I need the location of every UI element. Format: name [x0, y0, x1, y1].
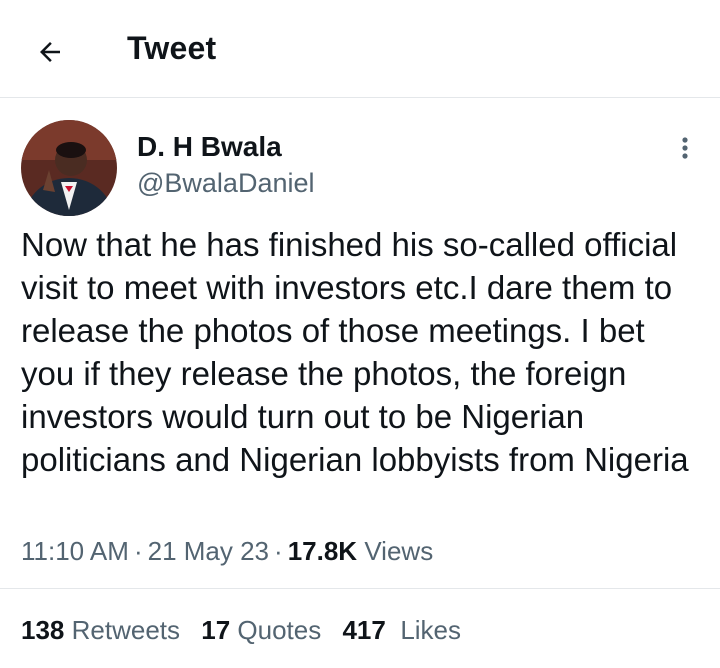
back-button[interactable] [28, 30, 72, 74]
more-options-button[interactable] [670, 130, 700, 166]
views-label[interactable]: Views [364, 536, 433, 566]
tweet-metadata: 11:10 AM · 21 May 23 · 17.8K Views [21, 536, 433, 567]
more-vertical-icon [682, 137, 688, 159]
tweet-date[interactable]: 21 May 23 [148, 536, 269, 566]
arrow-left-icon [40, 42, 60, 62]
likes-label: Likes [400, 615, 462, 645]
meta-separator: · [133, 536, 143, 566]
top-bar: Tweet [0, 0, 720, 98]
views-count: 17.8K [287, 536, 358, 566]
likes-stat[interactable]: 417 Likes [342, 615, 461, 645]
quotes-label: Quotes [237, 615, 322, 645]
quotes-stat[interactable]: 17 Quotes [201, 615, 321, 645]
avatar[interactable] [21, 120, 117, 216]
author-display-name[interactable]: D. H Bwala [137, 131, 282, 163]
tweet-time[interactable]: 11:10 AM [21, 536, 129, 566]
retweets-label: Retweets [71, 615, 181, 645]
likes-count: 417 [342, 615, 386, 645]
meta-separator: · [274, 536, 283, 566]
retweets-stat[interactable]: 138 Retweets [21, 615, 180, 645]
divider [0, 588, 720, 589]
page-title: Tweet [127, 30, 217, 66]
retweets-count: 138 [21, 615, 65, 645]
author-handle[interactable]: @BwalaDaniel [137, 168, 315, 199]
tweet-text: Now that he has finished his so-called o… [21, 226, 689, 478]
engagement-stats: 138 Retweets 17 Quotes 417 Likes [21, 615, 475, 646]
quotes-count: 17 [201, 615, 231, 645]
